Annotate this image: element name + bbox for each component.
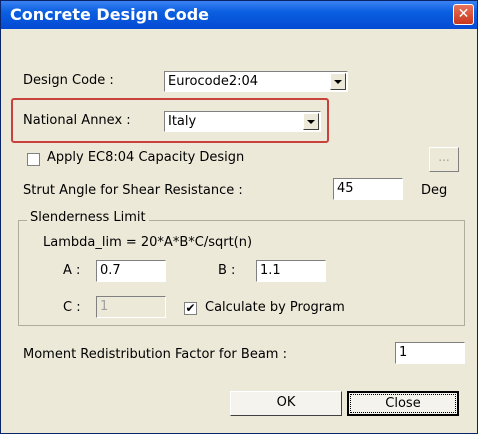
- strut-angle-label: Strut Angle for Shear Resistance :: [23, 183, 243, 198]
- b-value: 1.1: [260, 263, 281, 278]
- dialog-body: Design Code : Eurocode2:04 National Anne…: [5, 30, 473, 430]
- moment-redistribution-value: 1: [399, 345, 408, 360]
- calculate-by-program-checkbox[interactable]: ✔: [184, 302, 197, 315]
- concrete-design-code-dialog: Concrete Design Code ✕ Design Code : Eur…: [0, 0, 478, 434]
- design-code-value: Eurocode2:04: [168, 74, 259, 89]
- c-label: C :: [63, 300, 81, 315]
- strut-angle-unit: Deg: [421, 183, 448, 198]
- moment-redistribution-label: Moment Redistribution Factor for Beam :: [23, 347, 287, 362]
- title-bar[interactable]: Concrete Design Code ✕: [1, 1, 477, 29]
- a-input[interactable]: 0.7: [96, 260, 166, 282]
- b-label: B :: [218, 263, 236, 278]
- chevron-down-icon: [334, 80, 342, 84]
- strut-angle-value: 45: [337, 181, 354, 196]
- national-annex-dropdown-button[interactable]: [303, 113, 319, 130]
- national-annex-label: National Annex :: [23, 113, 131, 128]
- window-title: Concrete Design Code: [10, 5, 210, 24]
- close-button[interactable]: Close: [347, 391, 459, 416]
- slenderness-formula: Lambda_lim = 20*A*B*C/sqrt(n): [43, 235, 253, 250]
- design-code-select[interactable]: Eurocode2:04: [164, 71, 348, 92]
- slenderness-group-title: Slenderness Limit: [27, 210, 149, 225]
- strut-angle-input[interactable]: 45: [333, 178, 403, 200]
- capacity-design-options-button[interactable]: ...: [429, 147, 459, 172]
- c-input: 1: [96, 296, 166, 318]
- b-input[interactable]: 1.1: [256, 260, 326, 282]
- a-value: 0.7: [100, 263, 121, 278]
- national-annex-select[interactable]: Italy: [164, 111, 321, 132]
- ok-button[interactable]: OK: [230, 391, 342, 416]
- capacity-design-checkbox[interactable]: [27, 153, 40, 166]
- c-value: 1: [100, 299, 109, 314]
- capacity-design-label: Apply EC8:04 Capacity Design: [47, 150, 245, 165]
- chevron-down-icon: [307, 120, 315, 124]
- close-icon[interactable]: ✕: [453, 4, 474, 25]
- a-label: A :: [63, 263, 81, 278]
- calculate-by-program-label: Calculate by Program: [205, 300, 345, 315]
- design-code-dropdown-button[interactable]: [330, 73, 346, 90]
- design-code-label: Design Code :: [23, 73, 114, 88]
- national-annex-value: Italy: [168, 114, 197, 129]
- moment-redistribution-input[interactable]: 1: [395, 342, 465, 364]
- check-icon: ✔: [185, 301, 196, 315]
